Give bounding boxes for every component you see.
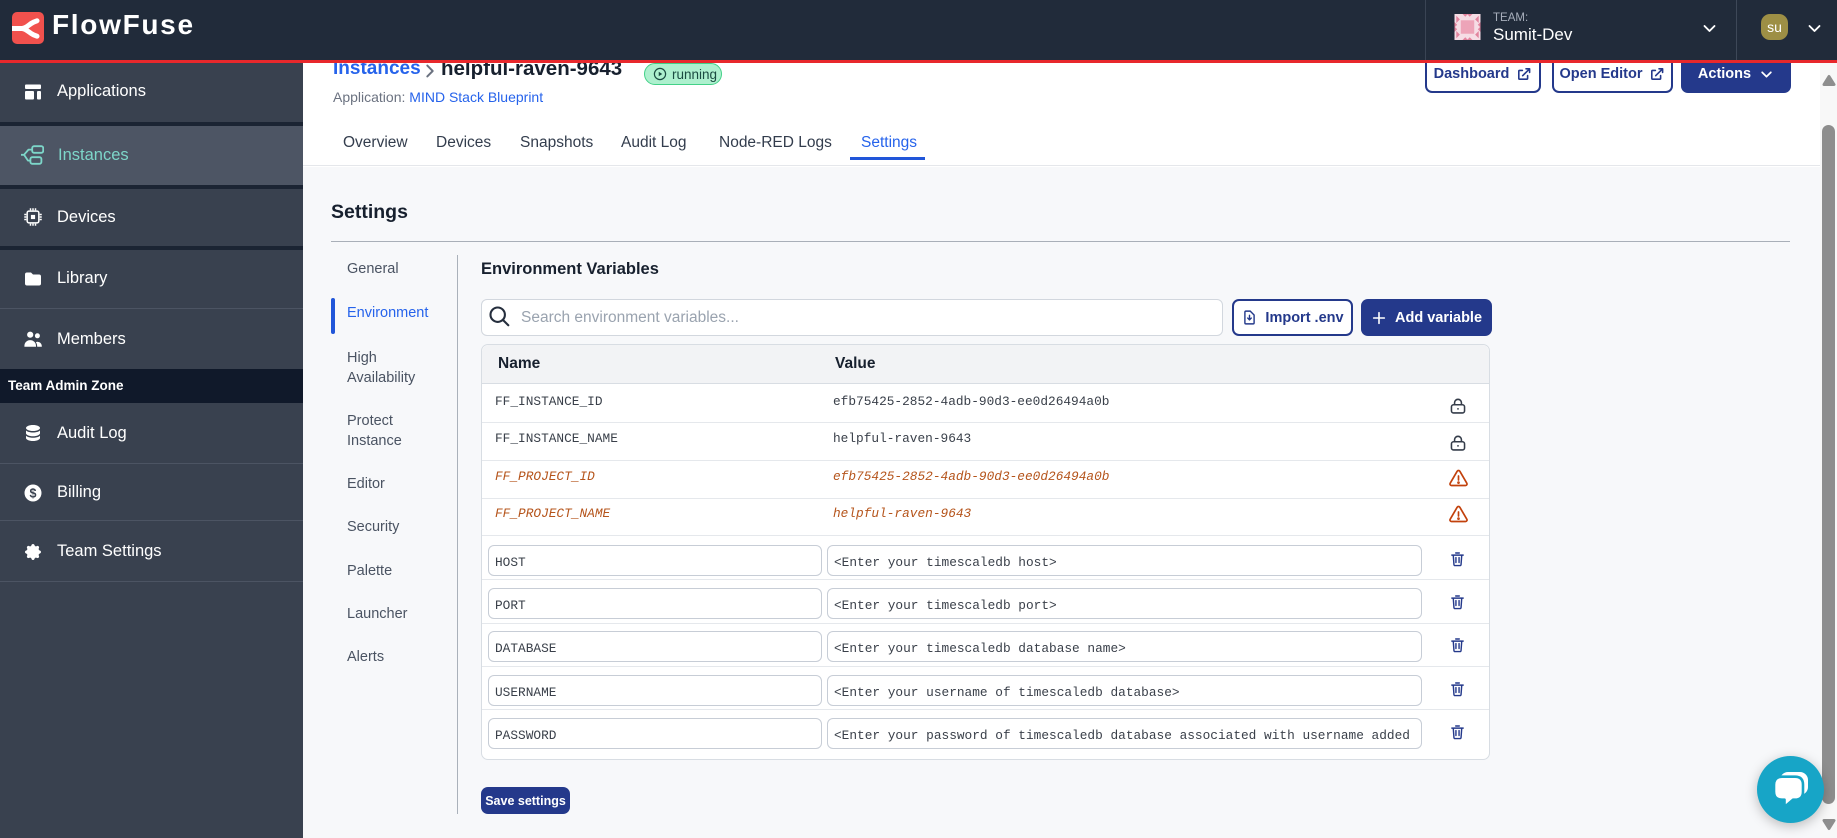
- svg-text:$: $: [30, 486, 37, 500]
